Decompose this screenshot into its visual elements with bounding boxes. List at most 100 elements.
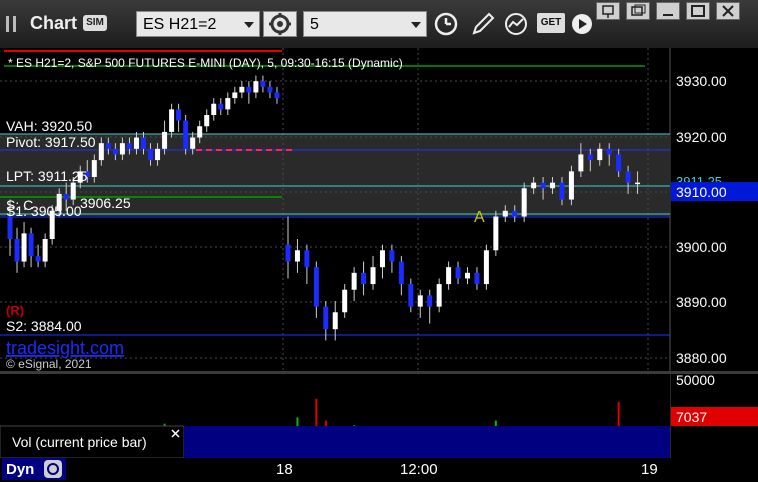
- candle-body: [232, 92, 238, 99]
- price-tick-3880: 3880.00: [676, 350, 727, 366]
- play-icon: [572, 14, 592, 34]
- candle-body: [568, 171, 574, 200]
- clock-icon: [434, 12, 458, 36]
- candle-body: [446, 267, 452, 285]
- s1-label: S1: 3905.00: [6, 203, 82, 219]
- pin-button[interactable]: [596, 2, 620, 20]
- candle-body: [169, 109, 175, 132]
- play-button[interactable]: [569, 12, 595, 36]
- interval-value: 5: [310, 16, 319, 33]
- candle-body: [112, 148, 118, 155]
- candle-body: [253, 81, 259, 93]
- vah-label: VAH: 3920.50: [6, 118, 92, 134]
- chevron-down-icon[interactable]: [411, 22, 421, 28]
- candle-body: [417, 295, 423, 307]
- candle-body: [313, 267, 319, 307]
- toolbar: Chart SIM ES H21=2 5 GET: [0, 0, 758, 49]
- candle-body: [183, 120, 189, 149]
- dynamic-tab-label: Dyn: [6, 461, 34, 478]
- chart-window: Chart SIM ES H21=2 5 GET * ES H21=2, S&P…: [0, 0, 758, 482]
- candle-body: [126, 143, 132, 149]
- minimize-icon: [663, 14, 673, 16]
- candle-body: [351, 272, 357, 290]
- val-label: 3906.25: [80, 195, 131, 211]
- candle-body: [465, 272, 470, 279]
- draw-button[interactable]: [470, 12, 496, 36]
- last-price-value: 3910.00: [676, 184, 727, 200]
- chevron-down-icon[interactable]: [244, 22, 254, 28]
- r-marker: (R): [6, 303, 24, 318]
- restore-icon: [631, 4, 646, 16]
- candle-body: [14, 239, 20, 262]
- watermark: tradesight.com: [6, 338, 124, 358]
- candle-body: [323, 306, 329, 330]
- candle-body: [512, 210, 518, 217]
- candle-body: [239, 86, 245, 93]
- restore-button[interactable]: [626, 2, 650, 20]
- candle-body: [379, 250, 385, 268]
- candle-body: [119, 143, 125, 155]
- candle-body: [521, 188, 527, 217]
- price-tick-3920: 3920.00: [676, 129, 727, 145]
- price-chart[interactable]: * ES H21=2, S&P 500 FUTURES E-MINI (DAY)…: [0, 48, 758, 482]
- candle-body: [28, 233, 34, 256]
- price-tick-3890: 3890.00: [676, 294, 727, 310]
- candle-body: [427, 295, 433, 307]
- candle-body: [91, 160, 97, 177]
- settings-button[interactable]: [263, 11, 297, 37]
- close-button[interactable]: [716, 2, 740, 20]
- candle-body: [408, 284, 414, 307]
- candle-body: [531, 182, 537, 189]
- pencil-icon: [472, 12, 495, 35]
- candle-body: [63, 193, 69, 200]
- candle-body: [578, 154, 584, 172]
- candle-body: [606, 148, 612, 155]
- clock-button[interactable]: [433, 12, 459, 36]
- candle-body: [361, 272, 367, 285]
- candle-body: [474, 272, 480, 285]
- candle-body: [455, 267, 461, 279]
- interval-combobox[interactable]: 5: [303, 11, 427, 37]
- candle-body: [616, 154, 622, 172]
- volume-top-tick: 50000: [676, 372, 715, 388]
- candle-body: [294, 250, 300, 262]
- candle-body: [7, 216, 13, 239]
- volume-label: Vol (current price bar): [12, 434, 147, 450]
- candle-body: [98, 143, 104, 161]
- candle-body: [635, 182, 641, 185]
- candle-body: [70, 182, 76, 200]
- candle-body: [304, 250, 310, 268]
- candle-body: [190, 137, 196, 149]
- price-tick-3930: 3930.00: [676, 73, 727, 89]
- candle-body: [342, 289, 348, 313]
- candle-body: [155, 148, 161, 161]
- drag-grip-icon[interactable]: [6, 16, 16, 32]
- study-button[interactable]: [503, 12, 529, 36]
- maximize-button[interactable]: [686, 2, 710, 20]
- candle-body: [370, 267, 376, 285]
- candle-body: [260, 81, 266, 87]
- link-button[interactable]: [44, 460, 62, 478]
- copyright: © eSignal, 2021: [6, 357, 92, 371]
- candle-body: [436, 284, 442, 307]
- window-title: Chart: [30, 13, 78, 33]
- symbol-combobox[interactable]: ES H21=2: [136, 11, 260, 37]
- gear-icon: [269, 13, 291, 35]
- candle-body: [218, 103, 224, 110]
- candle-body: [502, 210, 508, 217]
- candle-body: [285, 244, 291, 262]
- candle-body: [21, 233, 27, 262]
- candle-body: [493, 216, 499, 251]
- price-axis[interactable]: [670, 48, 758, 371]
- symbol-value: ES H21=2: [143, 16, 217, 33]
- get-button[interactable]: GET: [537, 13, 565, 33]
- volume-strip: [184, 426, 670, 458]
- candle-body: [197, 126, 203, 138]
- close-icon: [722, 5, 734, 17]
- candle-body: [162, 131, 168, 149]
- candle-body: [398, 261, 404, 285]
- candle-body: [176, 109, 182, 121]
- minimize-button[interactable]: [656, 2, 680, 20]
- pivot-label: Pivot: 3917.50: [6, 134, 96, 150]
- candle-body: [133, 137, 139, 149]
